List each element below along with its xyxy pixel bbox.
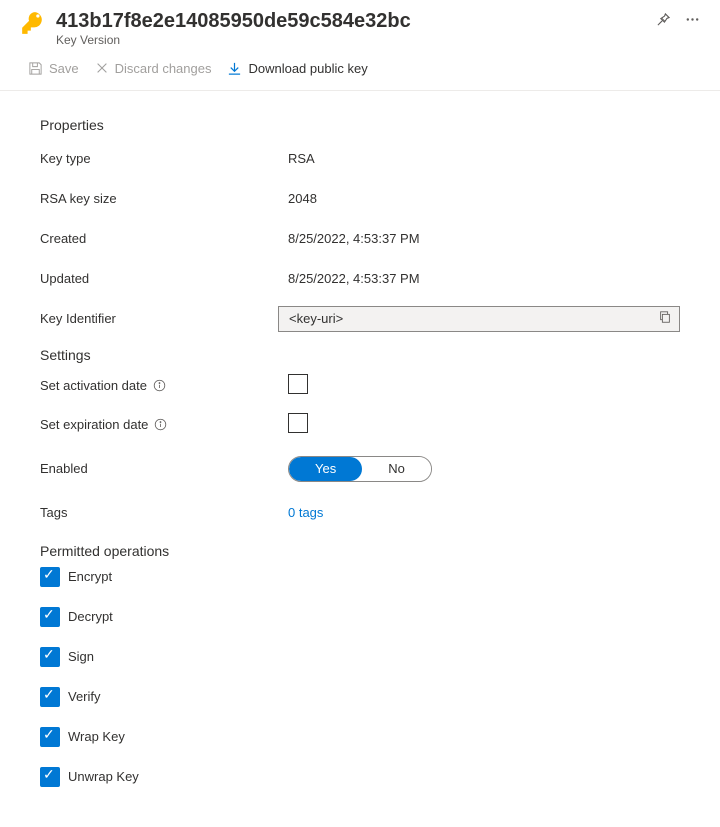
info-icon[interactable] [154,418,167,431]
key-identifier-input[interactable] [279,311,651,326]
rsa-size-label: RSA key size [40,191,288,206]
verify-label: Verify [68,689,101,704]
expiration-date-checkbox[interactable] [288,413,308,433]
decrypt-label: Decrypt [68,609,113,624]
save-label: Save [49,61,79,76]
enabled-no-option[interactable]: No [362,457,431,481]
activation-date-checkbox[interactable] [288,374,308,394]
key-identifier-label: Key Identifier [40,311,278,326]
enabled-label: Enabled [40,461,288,476]
download-icon [227,61,242,76]
key-identifier-field [278,306,680,332]
discard-label: Discard changes [115,61,212,76]
updated-label: Updated [40,271,288,286]
expiration-date-label: Set expiration date [40,417,148,432]
download-label: Download public key [248,61,367,76]
page-subtitle: Key Version [56,33,646,49]
wrap-key-label: Wrap Key [68,729,125,744]
encrypt-checkbox[interactable] [40,567,60,587]
download-public-key-button[interactable]: Download public key [227,59,367,78]
page-header: 413b17f8e2e14085950de59c584e32bc Key Ver… [0,0,720,57]
key-type-label: Key type [40,151,288,166]
info-icon[interactable] [153,379,166,392]
created-value: 8/25/2022, 4:53:37 PM [288,231,680,246]
unwrap-key-label: Unwrap Key [68,769,139,784]
pin-button[interactable] [656,12,671,30]
copy-icon [658,310,672,327]
sign-label: Sign [68,649,94,664]
created-label: Created [40,231,288,246]
properties-heading: Properties [40,117,680,133]
save-button[interactable]: Save [28,59,79,78]
copy-button[interactable] [651,307,679,331]
command-bar: Save Discard changes Download public key [0,57,720,91]
tags-label: Tags [40,505,288,520]
encrypt-label: Encrypt [68,569,112,584]
sign-checkbox[interactable] [40,647,60,667]
close-icon [95,61,109,75]
more-button[interactable] [685,12,700,30]
discard-button[interactable]: Discard changes [95,59,212,78]
rsa-size-value: 2048 [288,191,680,206]
activation-date-label: Set activation date [40,378,147,393]
enabled-yes-option[interactable]: Yes [289,457,362,481]
permitted-operations-heading: Permitted operations [40,543,680,559]
verify-checkbox[interactable] [40,687,60,707]
settings-heading: Settings [40,347,680,363]
save-icon [28,61,43,76]
key-type-value: RSA [288,151,680,166]
wrap-key-checkbox[interactable] [40,727,60,747]
updated-value: 8/25/2022, 4:53:37 PM [288,271,680,286]
enabled-toggle: Yes No [288,456,432,482]
key-icon [20,10,46,39]
unwrap-key-checkbox[interactable] [40,767,60,787]
tags-link[interactable]: 0 tags [288,505,323,520]
decrypt-checkbox[interactable] [40,607,60,627]
page-title: 413b17f8e2e14085950de59c584e32bc [56,8,646,34]
